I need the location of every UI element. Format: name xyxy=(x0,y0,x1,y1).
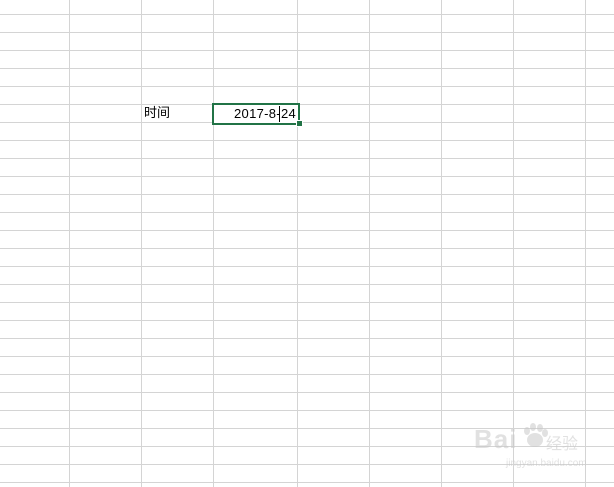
active-cell[interactable]: 2017-8-24 xyxy=(212,103,300,125)
watermark-url: jingyan.baidu.com xyxy=(506,458,587,469)
watermark-sub: 经验 xyxy=(546,434,579,453)
active-cell-value[interactable]: 2017-8-24 xyxy=(234,105,296,123)
time-label-cell[interactable]: 时间 xyxy=(144,105,170,123)
watermark-brand: Bai xyxy=(474,424,518,454)
fill-handle[interactable] xyxy=(296,120,303,127)
baidu-jingyan-watermark: Bai 经验 jingyan.baidu.com xyxy=(470,418,610,478)
spreadsheet-grid[interactable]: 时间 2017-8-24 Bai 经验 jingyan.baidu.com xyxy=(0,0,614,487)
gridlines xyxy=(0,0,614,487)
edit-caret xyxy=(279,106,280,122)
